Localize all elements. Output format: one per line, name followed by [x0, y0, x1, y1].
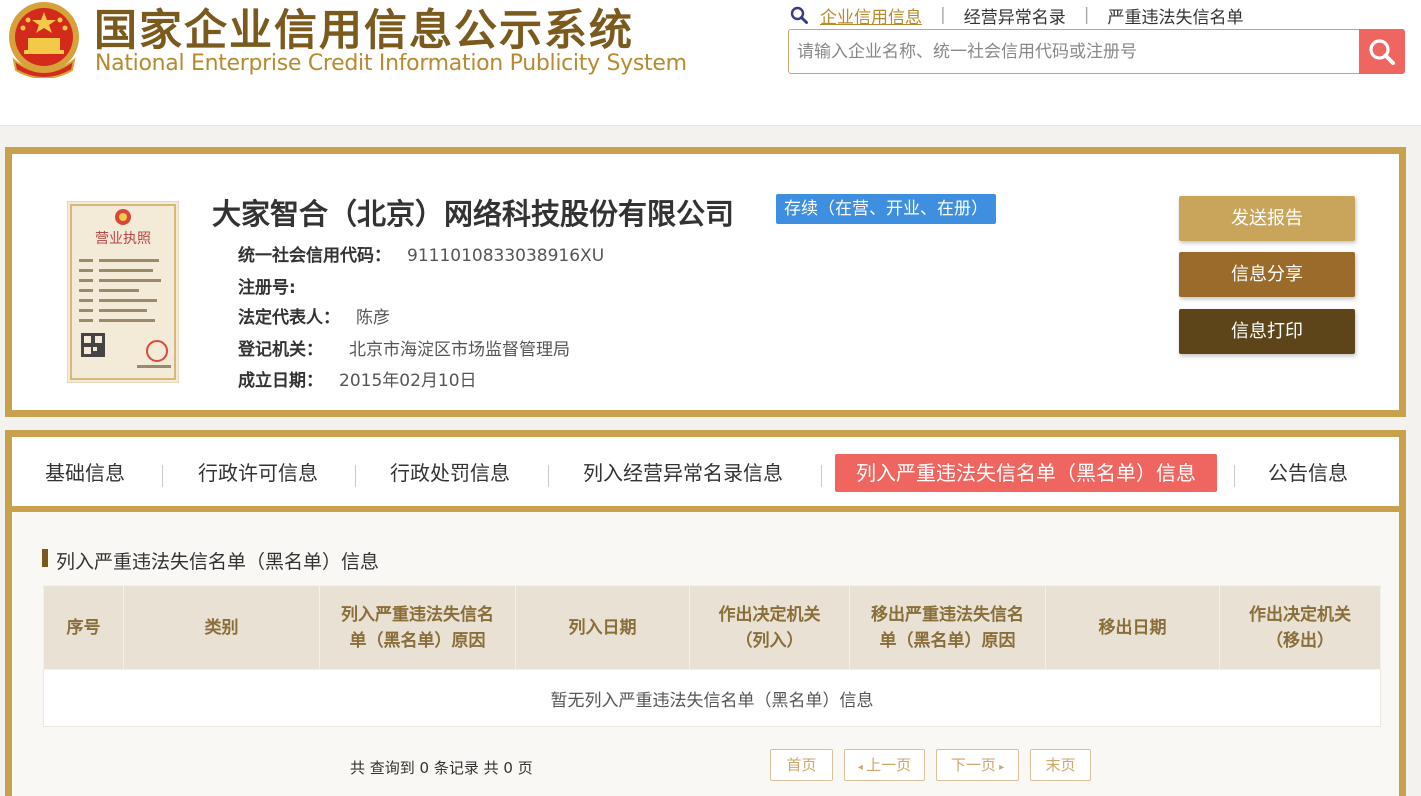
search-box — [788, 29, 1405, 74]
tab-divider — [355, 465, 356, 487]
column-header: 移出严重违法失信名单（黑名单）原因 — [849, 585, 1046, 670]
business-license-image[interactable]: 营业执照 — [67, 201, 179, 383]
nav-divider: | — [1083, 5, 1090, 25]
authority-row: 登记机关： 北京市海淀区市场监督管理局 — [238, 335, 570, 360]
site-title-en: National Enterprise Credit Information P… — [95, 51, 687, 76]
legal-rep-value: 陈彦 — [356, 308, 390, 328]
reg-no-label: 注册号: — [238, 278, 296, 298]
detail-panel: 基础信息 行政许可信息 行政处罚信息 列入经营异常名录信息 列入严重违法失信名单… — [5, 430, 1406, 796]
print-info-button[interactable]: 信息打印 — [1179, 309, 1355, 354]
right-arrow-icon: ▸ — [995, 762, 1005, 773]
tab-divider — [548, 465, 549, 487]
last-page-button[interactable]: 末页 — [1030, 749, 1091, 781]
nav-abnormal-list[interactable]: 经营异常名录 — [964, 3, 1066, 28]
tab-blacklist[interactable]: 列入严重违法失信名单（黑名单）信息 — [835, 454, 1217, 492]
last-page-label: 末页 — [1045, 756, 1076, 774]
share-info-button[interactable]: 信息分享 — [1179, 252, 1355, 297]
section-title: 列入严重违法失信名单（黑名单）信息 — [42, 547, 379, 574]
status-badge: 存续（在营、开业、在册） — [776, 194, 996, 224]
table-row: 暂无列入严重违法失信名单（黑名单）信息 — [43, 669, 1381, 727]
search-icon — [1369, 38, 1395, 65]
blacklist-table: 序号 类别 列入严重违法失信名单（黑名单）原因 列入日期 作出决定机关（列入） … — [43, 585, 1381, 727]
left-arrow-icon: ◂ — [857, 762, 867, 773]
authority-label: 登记机关： — [238, 340, 323, 360]
founded-row: 成立日期： 2015年02月10日 — [238, 366, 477, 391]
column-header: 作出决定机关（列入） — [689, 585, 850, 670]
send-report-button[interactable]: 发送报告 — [1179, 196, 1355, 241]
prev-page-label: 上一页 — [866, 756, 912, 774]
column-header: 类别 — [123, 585, 320, 670]
next-page-label: 下一页 — [950, 756, 996, 774]
company-card: 营业执照 大家智合（北京）网络科技股份有限公司 存续（在营、开业、在册） 统一社… — [5, 147, 1406, 417]
legal-rep-row: 法定代表人： 陈彦 — [238, 303, 390, 328]
founded-value: 2015年02月10日 — [339, 371, 477, 391]
column-header: 序号 — [43, 585, 124, 670]
magnifier-icon — [790, 6, 808, 24]
first-page-button[interactable]: 首页 — [770, 749, 833, 781]
national-emblem-icon — [9, 2, 79, 78]
search-input[interactable] — [789, 30, 1359, 73]
column-header: 作出决定机关（移出） — [1219, 585, 1381, 670]
tab-bar: 基础信息 行政许可信息 行政处罚信息 列入经营异常名录信息 列入严重违法失信名单… — [12, 437, 1399, 512]
credit-code-label: 统一社会信用代码： — [238, 246, 391, 266]
legal-rep-label: 法定代表人： — [238, 308, 340, 328]
tab-divider — [162, 465, 163, 487]
column-header: 列入严重违法失信名单（黑名单）原因 — [319, 585, 516, 670]
tab-basic-info[interactable]: 基础信息 — [45, 454, 125, 492]
tab-abnormal-list[interactable]: 列入经营异常名录信息 — [583, 454, 783, 492]
prev-page-button[interactable]: ◂ 上一页 — [844, 749, 925, 781]
reg-no-row: 注册号: — [238, 273, 312, 298]
tab-divider — [1234, 465, 1235, 487]
founded-label: 成立日期： — [238, 371, 323, 391]
site-title-cn: 国家企业信用信息公示系统 — [94, 6, 634, 56]
search-button[interactable] — [1359, 29, 1405, 74]
column-header: 列入日期 — [515, 585, 690, 670]
top-nav: 企业信用信息 | 经营异常名录 | 严重违法失信名单 — [790, 3, 1243, 28]
tab-admin-license[interactable]: 行政许可信息 — [198, 454, 318, 492]
column-header: 移出日期 — [1045, 585, 1220, 670]
nav-serious-violation-list[interactable]: 严重违法失信名单 — [1107, 3, 1243, 28]
authority-value: 北京市海淀区市场监督管理局 — [349, 340, 570, 360]
site-header: 国家企业信用信息公示系统 National Enterprise Credit … — [0, 0, 1421, 126]
license-title: 营业执照 — [95, 231, 151, 247]
pager-summary: 共 查询到 0 条记录 共 0 页 — [350, 759, 533, 777]
tab-divider — [821, 465, 822, 487]
first-page-label: 首页 — [786, 756, 817, 774]
table-header-row: 序号 类别 列入严重违法失信名单（黑名单）原因 列入日期 作出决定机关（列入） … — [43, 585, 1381, 670]
empty-message: 暂无列入严重违法失信名单（黑名单）信息 — [43, 669, 1381, 727]
nav-divider: | — [940, 5, 946, 25]
company-name: 大家智合（北京）网络科技股份有限公司 — [212, 197, 735, 231]
tab-announcements[interactable]: 公告信息 — [1268, 454, 1348, 492]
credit-code-value: 9111010833038916XU — [407, 246, 605, 266]
tab-admin-penalty[interactable]: 行政处罚信息 — [390, 454, 510, 492]
next-page-button[interactable]: 下一页 ▸ — [936, 749, 1019, 781]
nav-enterprise-credit[interactable]: 企业信用信息 — [820, 3, 922, 28]
credit-code-row: 统一社会信用代码： 9111010833038916XU — [238, 241, 604, 266]
